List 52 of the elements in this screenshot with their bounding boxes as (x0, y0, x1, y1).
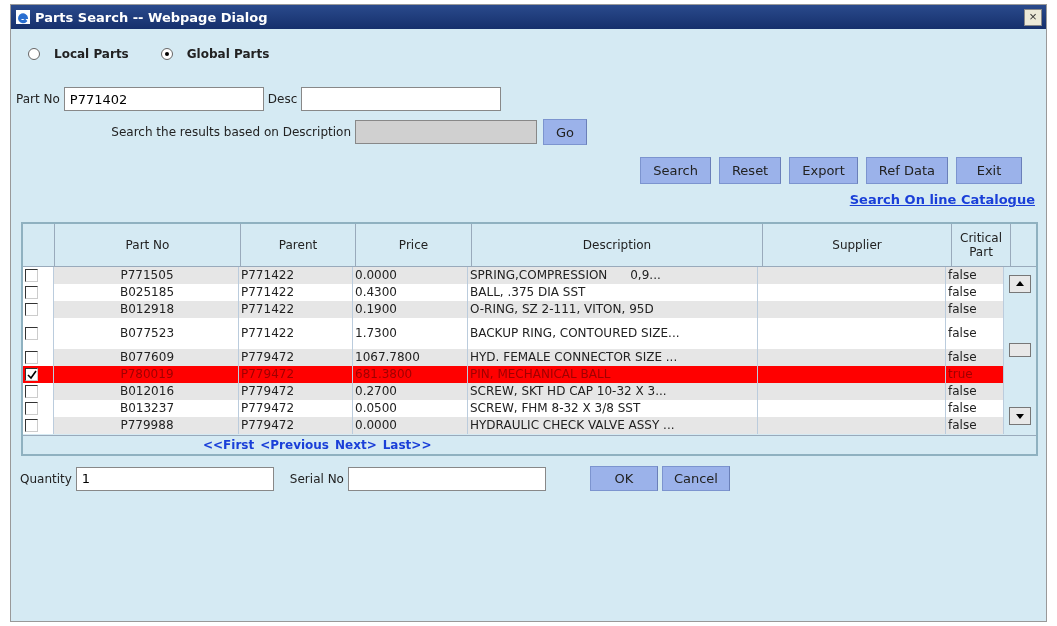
radio-option[interactable]: Global Parts (160, 43, 270, 65)
table-row[interactable]: B013237 P779472 0.0500 SCREW, FHM 8-32 X 3/8 SST false (23, 400, 1004, 417)
radio-option[interactable]: Local Parts (28, 43, 129, 65)
table-row[interactable]: B012918 P771422 0.1900 O-RING, SZ 2-111, VITON, 95D false (23, 301, 1004, 318)
table-cell: HYDRAULIC CHECK VALVE ASSY ... (468, 417, 758, 434)
row-checkbox[interactable] (25, 269, 38, 282)
browser-icon (15, 9, 31, 25)
toolbar-button[interactable]: Export (789, 157, 858, 184)
row-checkbox[interactable] (25, 327, 38, 340)
desc-field[interactable] (301, 87, 502, 111)
row-checkbox[interactable] (25, 351, 38, 364)
scroll-up-icon[interactable] (1009, 275, 1031, 293)
scroll-down-icon[interactable] (1009, 407, 1031, 425)
catalogue-link[interactable]: Search On line Catalogue (849, 192, 1035, 214)
part-no-field[interactable]: P771402 (63, 87, 264, 111)
pager-link[interactable]: <Previous (260, 438, 329, 452)
window-title: Parts Search -- Webpage Dialog (35, 9, 269, 25)
table-row[interactable]: P771505 P771422 0.0000 SPRING,COMPRESSION 0,9... false (23, 267, 1004, 284)
pager-link[interactable]: Next> (335, 438, 377, 452)
table-row[interactable]: P779988 P779472 0.0000 HYDRAULIC CHECK VALVE ASSY ... false (23, 417, 1004, 434)
field-label: Part No (16, 92, 60, 106)
pager-link[interactable]: <<First (203, 438, 255, 452)
table-cell: P779472 (239, 417, 353, 434)
row-checkbox[interactable] (25, 286, 38, 299)
row-checkbox[interactable] (25, 303, 38, 316)
toolbar-button[interactable]: Ref Data (865, 157, 948, 184)
close-button[interactable]: × (1024, 8, 1042, 26)
table-row[interactable]: B077523 P771422 1.7300 BACKUP RING, CONTOURED SIZE... false (23, 318, 1004, 349)
row-checkbox[interactable] (25, 385, 38, 398)
dialog-button[interactable]: OK (589, 466, 658, 491)
table-cell: P779988 (54, 417, 239, 434)
table-row[interactable]: B025185 P771422 0.4300 BALL, .375 DIA SST false (23, 284, 1004, 301)
table-row[interactable]: B077609 P779472 1067.7800 HYD. FEMALE CONNECTOR SIZE ... false (23, 349, 1004, 366)
toolbar-button[interactable]: Search (640, 157, 711, 184)
pager-link[interactable]: Last>> (382, 438, 432, 452)
radio-button[interactable] (160, 48, 173, 60)
radio-button[interactable] (28, 48, 40, 60)
table-row[interactable]: B012016 P779472 0.2700 SCREW, SKT HD CAP 10-32 X 3... false (23, 383, 1004, 400)
quantity-field[interactable]: 1 (75, 466, 274, 491)
row-checkbox[interactable] (25, 402, 38, 415)
row-checkbox[interactable] (25, 368, 38, 381)
row-checkbox[interactable] (25, 419, 38, 432)
table-cell: 0.0000 (353, 417, 468, 434)
scroll-thumb[interactable] (1009, 343, 1031, 357)
dialog-button[interactable]: Cancel (661, 466, 730, 491)
field-label: Search the results based on Description (110, 124, 351, 140)
serial-no-field[interactable] (347, 466, 546, 491)
field-label: Serial No (289, 471, 344, 486)
toolbar-button[interactable]: Reset (718, 157, 782, 184)
toolbar-button[interactable]: Exit (956, 157, 1022, 184)
field-label: Quantity (20, 471, 72, 486)
field-label: Desc (267, 92, 298, 106)
